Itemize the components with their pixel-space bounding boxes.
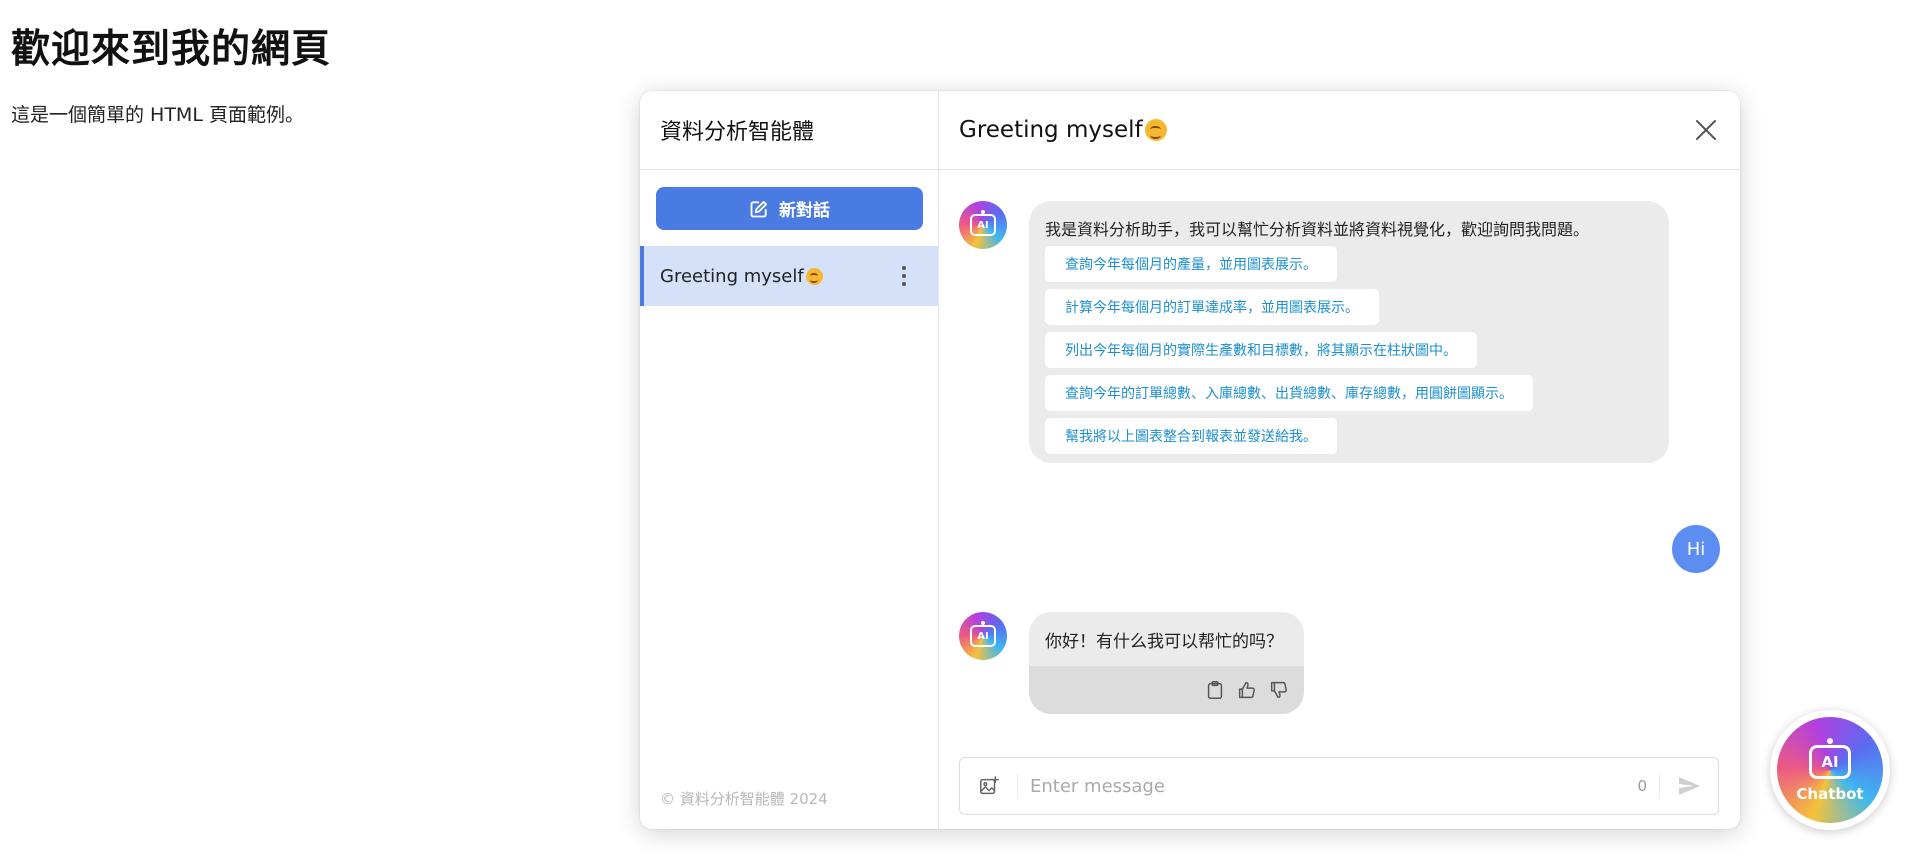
user-message: Hi [1672, 525, 1720, 573]
image-upload-icon[interactable] [960, 774, 1018, 798]
new-chat-button[interactable]: 新對話 [656, 187, 923, 230]
thumbs-down-icon[interactable] [1268, 679, 1290, 701]
assistant-message: 你好！有什么我可以帮忙的吗？ [1029, 612, 1304, 714]
page-description: 這是一個簡單的 HTML 頁面範例。 [11, 104, 304, 126]
chat-title: Greeting myself [959, 117, 1143, 143]
thumbs-up-icon[interactable] [1236, 679, 1258, 701]
sidebar-footer: © 資料分析智能體 2024 [660, 790, 828, 808]
chat-main: Greeting myself AI 我是資料分析助手，我可以幫忙分析資料並將資… [939, 91, 1740, 829]
assistant-avatar: AI [959, 612, 1007, 660]
message-actions [1029, 666, 1304, 714]
assistant-message-text: 我是資料分析助手，我可以幫忙分析資料並將資料視覺化，歡迎詢問我問題。 [1045, 220, 1590, 239]
suggestion-button[interactable]: 查詢今年的訂單總數、入庫總數、出貨總數、庫存總數，用圓餅圖顯示。 [1045, 375, 1533, 411]
assistant-message-text: 你好！有什么我可以帮忙的吗？ [1045, 632, 1283, 652]
assistant-avatar: AI [959, 201, 1007, 249]
page-heading: 歡迎來到我的網頁 [11, 27, 332, 72]
chatbot-label: Chatbot [1796, 785, 1864, 803]
conversation-item[interactable]: Greeting myself [640, 246, 938, 306]
message-input-bar: 0 [959, 757, 1719, 815]
smiling-face-icon [805, 267, 823, 285]
chat-window: 資料分析智能體 新對話 Greeting myself © 資料分析智能體 20… [640, 91, 1740, 829]
character-count: 0 [1625, 774, 1660, 798]
sidebar-title: 資料分析智能體 [640, 91, 938, 170]
chat-header: Greeting myself [939, 91, 1740, 170]
suggestion-button[interactable]: 查詢今年每個月的產量，並用圖表展示。 [1045, 246, 1337, 282]
chatbot-logo: AI Chatbot [1777, 717, 1883, 823]
robot-icon: AI [970, 210, 996, 236]
send-icon[interactable] [1660, 774, 1718, 798]
suggestion-button[interactable]: 幫我將以上圖表整合到報表並發送給我。 [1045, 418, 1337, 454]
conversation-title: Greeting myself [660, 265, 804, 287]
close-icon[interactable] [1694, 118, 1718, 142]
robot-icon: AI [1809, 738, 1851, 779]
smiling-face-icon [1144, 119, 1167, 141]
more-options-icon[interactable] [898, 264, 910, 288]
chatbot-launcher-button[interactable]: AI Chatbot [1770, 710, 1890, 830]
suggestion-button[interactable]: 列出今年每個月的實際生產數和目標數，將其顯示在柱狀圖中。 [1045, 332, 1477, 368]
copy-icon[interactable] [1204, 679, 1226, 701]
message-input[interactable] [1018, 774, 1626, 798]
assistant-message: 我是資料分析助手，我可以幫忙分析資料並將資料視覺化，歡迎詢問我問題。 查詢今年每… [1029, 201, 1669, 463]
edit-icon [749, 199, 769, 219]
chat-sidebar: 資料分析智能體 新對話 Greeting myself © 資料分析智能體 20… [640, 91, 939, 829]
suggestion-button[interactable]: 計算今年每個月的訂單達成率，並用圖表展示。 [1045, 289, 1379, 325]
new-chat-label: 新對話 [779, 201, 830, 221]
robot-icon: AI [970, 621, 996, 647]
